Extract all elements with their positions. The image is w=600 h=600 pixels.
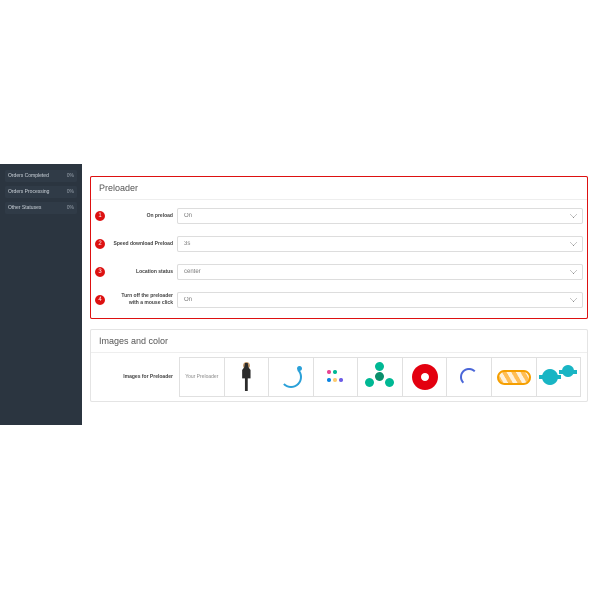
field-label: Speed download Preload	[111, 241, 177, 248]
step-badge: 1	[95, 211, 105, 221]
sidebar: Orders Completed 0% Orders Processing 0%…	[0, 164, 82, 425]
on-preload-select[interactable]: On	[177, 208, 583, 224]
row-speed-download: 2 Speed download Preload 3s	[91, 236, 583, 252]
step-badge: 3	[95, 267, 105, 277]
thumb-pill[interactable]	[492, 358, 537, 396]
pill-icon	[497, 370, 531, 385]
orbit-icon	[280, 366, 302, 388]
field-label: Turn off the preloader with a mouse clic…	[111, 293, 177, 307]
preloader-panel: Preloader 1 On preload On 2 Speed downlo…	[90, 176, 588, 319]
speed-download-select[interactable]: 3s	[177, 236, 583, 252]
stat-other-statuses: Other Statuses 0%	[5, 202, 77, 214]
stat-value: 0%	[67, 204, 74, 212]
thumb-gears[interactable]	[537, 358, 581, 396]
stat-label: Other Statuses	[8, 204, 41, 212]
thumb-your-preloader[interactable]: Your Preloader	[180, 358, 225, 396]
stat-label: Orders Completed	[8, 172, 49, 180]
field-label: On preload	[111, 213, 177, 220]
panel-title: Preloader	[91, 177, 587, 200]
main-content: Preloader 1 On preload On 2 Speed downlo…	[90, 176, 588, 412]
images-row: Images for Preloader Your Preloader	[91, 353, 587, 401]
row-location-status: 3 Location status center	[91, 264, 583, 280]
thumb-label: Your Preloader	[185, 374, 218, 380]
preloader-thumbs: Your Preloader	[179, 357, 581, 397]
fidget-icon	[367, 364, 393, 390]
arc-icon	[460, 368, 478, 386]
thumb-tomoe[interactable]	[403, 358, 448, 396]
thumb-man[interactable]	[225, 358, 270, 396]
tomoe-icon	[412, 364, 438, 390]
step-badge: 4	[95, 295, 105, 305]
dots-icon	[326, 369, 344, 385]
thumb-arc[interactable]	[447, 358, 492, 396]
gears-icon	[542, 365, 574, 389]
field-label: Images for Preloader	[97, 374, 179, 380]
row-turn-off-click: 4 Turn off the preloader with a mouse cl…	[91, 292, 583, 308]
row-on-preload: 1 On preload On	[91, 208, 583, 224]
images-panel: Images and color Images for Preloader Yo…	[90, 329, 588, 402]
thumb-dots[interactable]	[314, 358, 359, 396]
thumb-fidget[interactable]	[358, 358, 403, 396]
stat-value: 0%	[67, 188, 74, 196]
stat-value: 0%	[67, 172, 74, 180]
stat-orders-completed: Orders Completed 0%	[5, 170, 77, 182]
location-status-select[interactable]: center	[177, 264, 583, 280]
turn-off-click-select[interactable]: On	[177, 292, 583, 308]
thumb-orbit[interactable]	[269, 358, 314, 396]
stat-label: Orders Processing	[8, 188, 49, 196]
field-label: Location status	[111, 269, 177, 276]
man-icon	[239, 363, 253, 391]
panel-body: 1 On preload On 2 Speed download Preload…	[91, 200, 587, 318]
panel-title: Images and color	[91, 330, 587, 353]
stat-orders-processing: Orders Processing 0%	[5, 186, 77, 198]
step-badge: 2	[95, 239, 105, 249]
